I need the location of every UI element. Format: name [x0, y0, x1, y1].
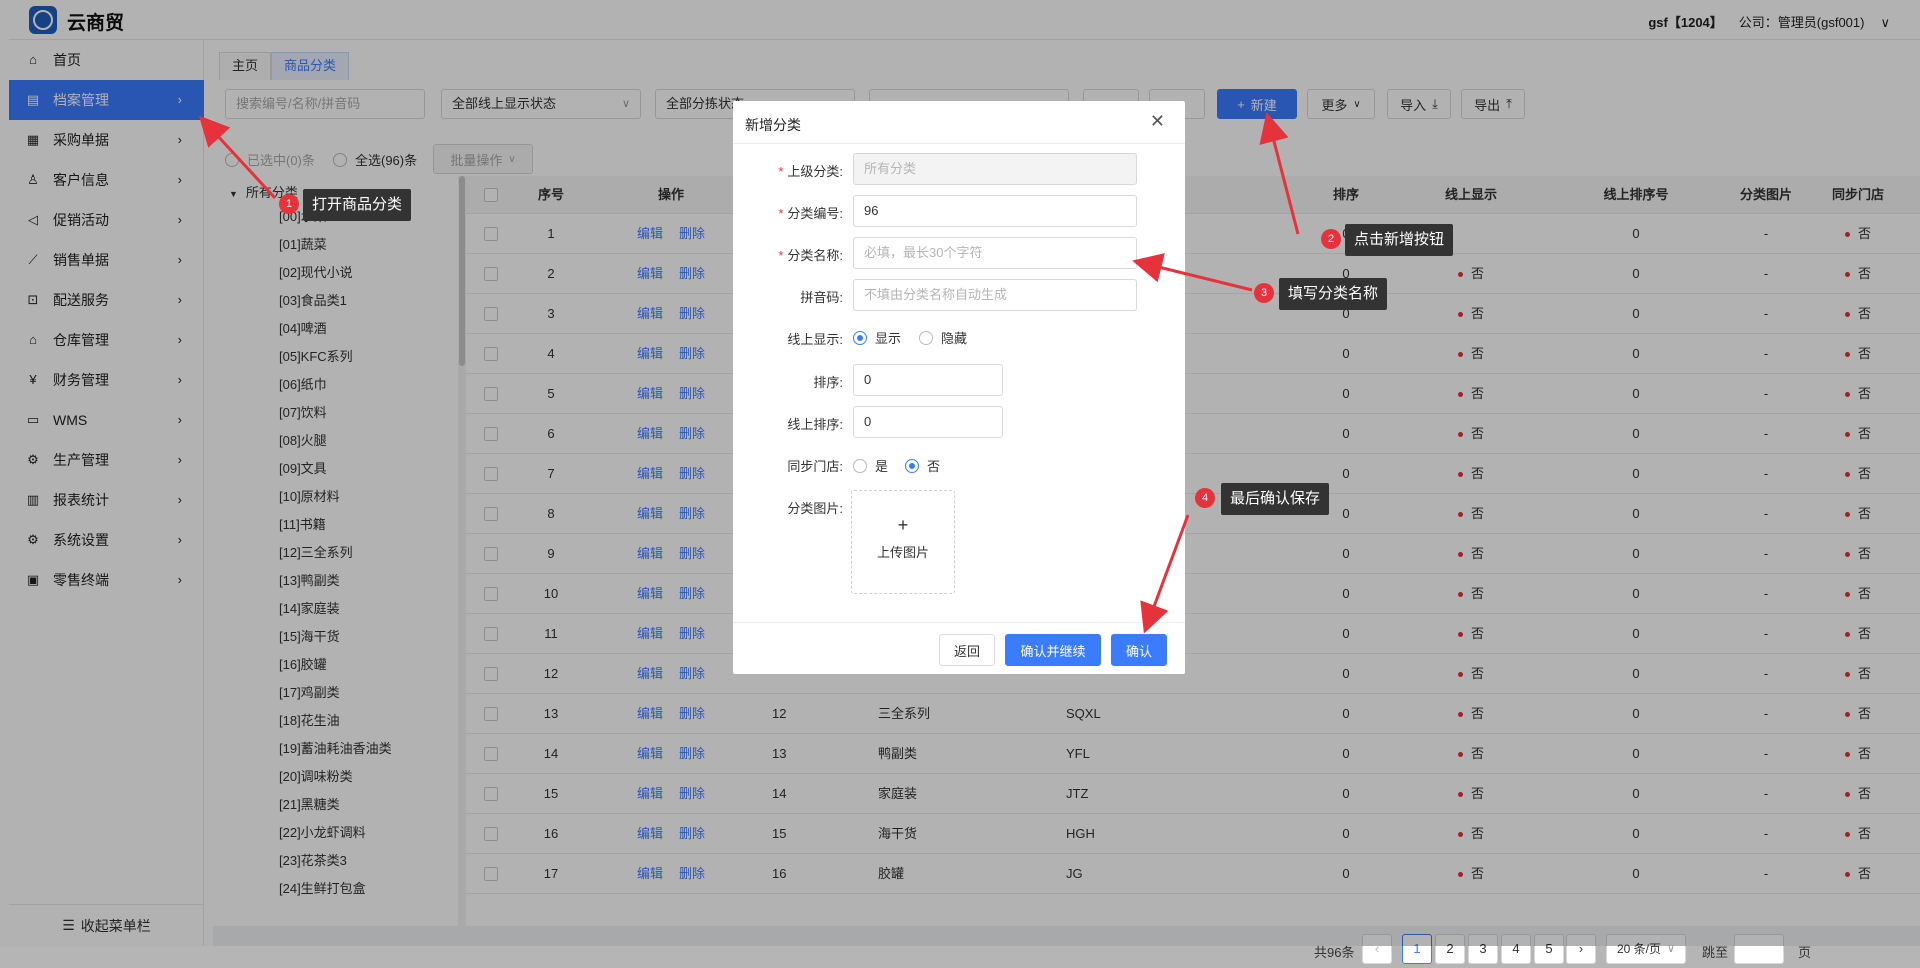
pinyin-label: 拼音码:: [800, 290, 843, 305]
online-sort-field[interactable]: 0: [853, 406, 1003, 438]
name-field[interactable]: 必填，最长30个字符: [853, 237, 1137, 269]
confirm-continue-button[interactable]: 确认并继续: [1005, 634, 1101, 666]
radio-on[interactable]: [905, 458, 919, 473]
new-category-dialog: 新增分类 ✕ * 上级分类: 所有分类 * 分类编号: 96 * 分类名称: 必填，最…: [733, 101, 1185, 674]
online-hide-radio[interactable]: 隐藏: [919, 328, 967, 347]
online-sort-label: 线上排序:: [787, 417, 843, 432]
online-show-radio[interactable]: 显示: [853, 328, 901, 347]
online-label: 线上显示:: [787, 332, 843, 347]
radio-off[interactable]: [919, 330, 933, 345]
sync-yes-radio[interactable]: 是: [853, 456, 888, 475]
radio-on[interactable]: [853, 330, 867, 345]
back-button[interactable]: 返回: [939, 634, 995, 666]
radio-off[interactable]: [853, 458, 867, 473]
sync-no-label: 否: [927, 459, 941, 474]
confirm-button[interactable]: 确认: [1111, 634, 1167, 666]
sync-label: 同步门店:: [787, 459, 843, 474]
close-icon[interactable]: ✕: [1150, 111, 1165, 132]
callout-1: 打开商品分类: [303, 189, 412, 221]
sort-label: 排序:: [813, 375, 843, 390]
callout-4-number: 4: [1195, 488, 1215, 508]
code-field[interactable]: 96: [853, 195, 1137, 227]
name-label: * 分类名称:: [778, 248, 843, 263]
pinyin-field[interactable]: 不填由分类名称自动生成: [853, 279, 1137, 311]
parent-label: * 上级分类:: [778, 164, 843, 179]
upload-label: 上传图片: [876, 545, 929, 560]
callout-4: 最后确认保存: [1221, 483, 1330, 515]
callout-3: 填写分类名称: [1279, 278, 1388, 310]
code-label: * 分类编号:: [778, 206, 843, 221]
sync-yes-label: 是: [875, 459, 889, 474]
sync-no-radio[interactable]: 否: [905, 456, 940, 475]
sort-field[interactable]: 0: [853, 364, 1003, 396]
dialog-divider: [733, 143, 1185, 144]
callout-2: 点击新增按钮: [1345, 224, 1454, 256]
online-hide-label: 隐藏: [941, 331, 968, 346]
callout-1-number: 1: [279, 194, 299, 214]
parent-field: 所有分类: [853, 153, 1137, 185]
callout-2-number: 2: [1321, 229, 1341, 249]
upload-image-box[interactable]: + 上传图片: [851, 490, 955, 594]
plus-icon: +: [897, 515, 909, 535]
callout-3-number: 3: [1254, 283, 1274, 303]
dialog-title: 新增分类: [745, 117, 801, 133]
online-show-label: 显示: [875, 331, 902, 346]
footer-divider: [733, 622, 1185, 623]
image-label: 分类图片:: [787, 501, 843, 516]
